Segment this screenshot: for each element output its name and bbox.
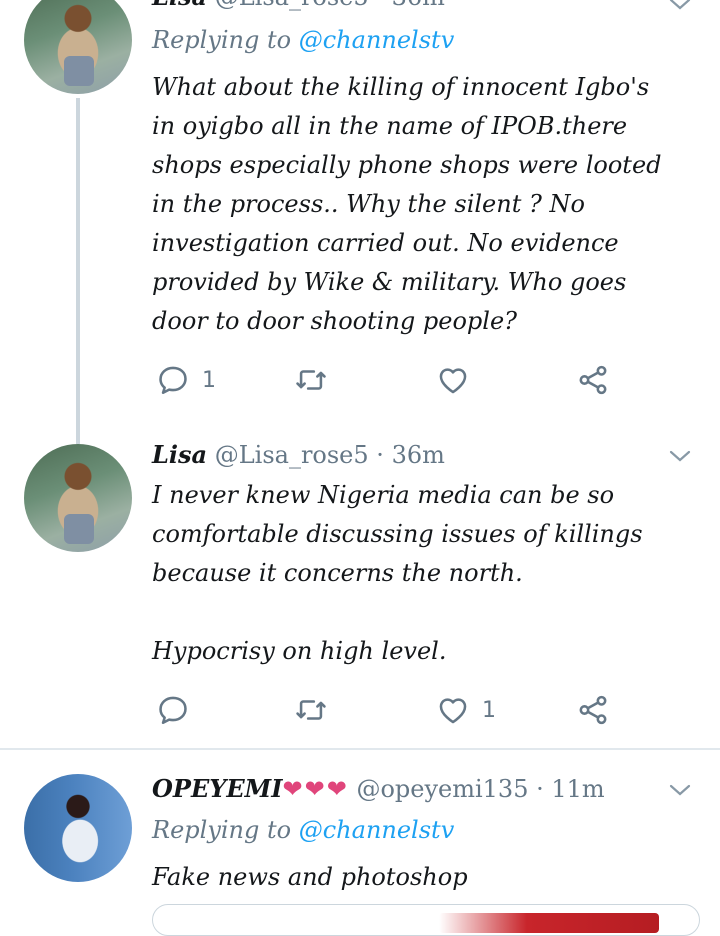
chevron-down-icon[interactable] [668, 0, 692, 16]
like-count: 1 [482, 697, 496, 723]
media-preview-card[interactable] [152, 904, 700, 936]
timestamp[interactable]: 11m [551, 775, 604, 803]
like-icon [439, 368, 467, 394]
display-name[interactable]: Lisa [152, 0, 207, 11]
retweet-button[interactable] [294, 692, 328, 728]
replying-prefix: Replying to [152, 816, 292, 844]
avatar[interactable] [24, 0, 132, 94]
mention-link[interactable]: @channelstv [299, 26, 455, 54]
reply-icon [159, 696, 187, 725]
like-button[interactable] [436, 362, 470, 398]
user-handle[interactable]: @Lisa_rose5 [215, 441, 369, 469]
tweet-1[interactable]: Lisa @Lisa_rose5 · 36m Replying to @chan… [0, 0, 720, 444]
avatar[interactable] [24, 444, 132, 552]
tweet-2[interactable]: Lisa @Lisa_rose5 · 36m I never knew Nige… [0, 440, 720, 748]
name-emoji: ❤❤❤ [282, 775, 349, 803]
reply-button[interactable]: 1 [156, 362, 216, 398]
tweet-3[interactable]: OPEYEMI❤❤❤ @opeyemi135 · 11m Replying to… [0, 750, 720, 922]
chevron-down-icon[interactable] [668, 444, 692, 468]
reply-button[interactable] [156, 692, 202, 728]
tweet-header: Lisa @Lisa_rose5 · 36m [152, 0, 445, 11]
share-icon [579, 695, 607, 725]
like-icon [439, 698, 467, 724]
replying-to: Replying to @channelstv [152, 26, 454, 54]
share-button[interactable] [576, 362, 610, 398]
media-preview-image [439, 913, 659, 933]
tweet-header: Lisa @Lisa_rose5 · 36m [152, 440, 445, 469]
tweet-actions: 1 [152, 692, 622, 732]
separator-dot: · [376, 441, 384, 469]
user-handle[interactable]: @opeyemi135 [356, 775, 528, 803]
thread-line [76, 98, 80, 444]
tweet-header: OPEYEMI❤❤❤ @opeyemi135 · 11m [152, 774, 605, 803]
mention-link[interactable]: @channelstv [299, 816, 455, 844]
reply-count: 1 [202, 367, 216, 393]
retweet-button[interactable] [294, 362, 328, 398]
tweet-actions: 1 [152, 362, 622, 402]
timestamp[interactable]: 36m [392, 441, 445, 469]
replying-prefix: Replying to [152, 26, 292, 54]
separator-dot: · [536, 775, 544, 803]
reply-icon [159, 366, 187, 395]
avatar[interactable] [24, 774, 132, 882]
share-icon [579, 365, 607, 395]
replying-to: Replying to @channelstv [152, 816, 454, 844]
display-name[interactable]: OPEYEMI [152, 774, 282, 803]
separator-dot: · [376, 0, 384, 11]
user-handle[interactable]: @Lisa_rose5 [215, 0, 369, 11]
retweet-icon [296, 700, 326, 720]
retweet-icon [296, 370, 326, 390]
share-button[interactable] [576, 692, 610, 728]
timestamp[interactable]: 36m [392, 0, 445, 11]
tweet-text: What about the killing of innocent Igbo'… [152, 73, 662, 335]
tweet-text: I never knew Nigeria media can be so com… [152, 481, 643, 665]
chevron-down-icon[interactable] [668, 778, 692, 802]
tweet-text: Fake news and photoshop [152, 863, 468, 891]
like-button[interactable]: 1 [436, 692, 496, 728]
display-name[interactable]: Lisa [152, 440, 207, 469]
